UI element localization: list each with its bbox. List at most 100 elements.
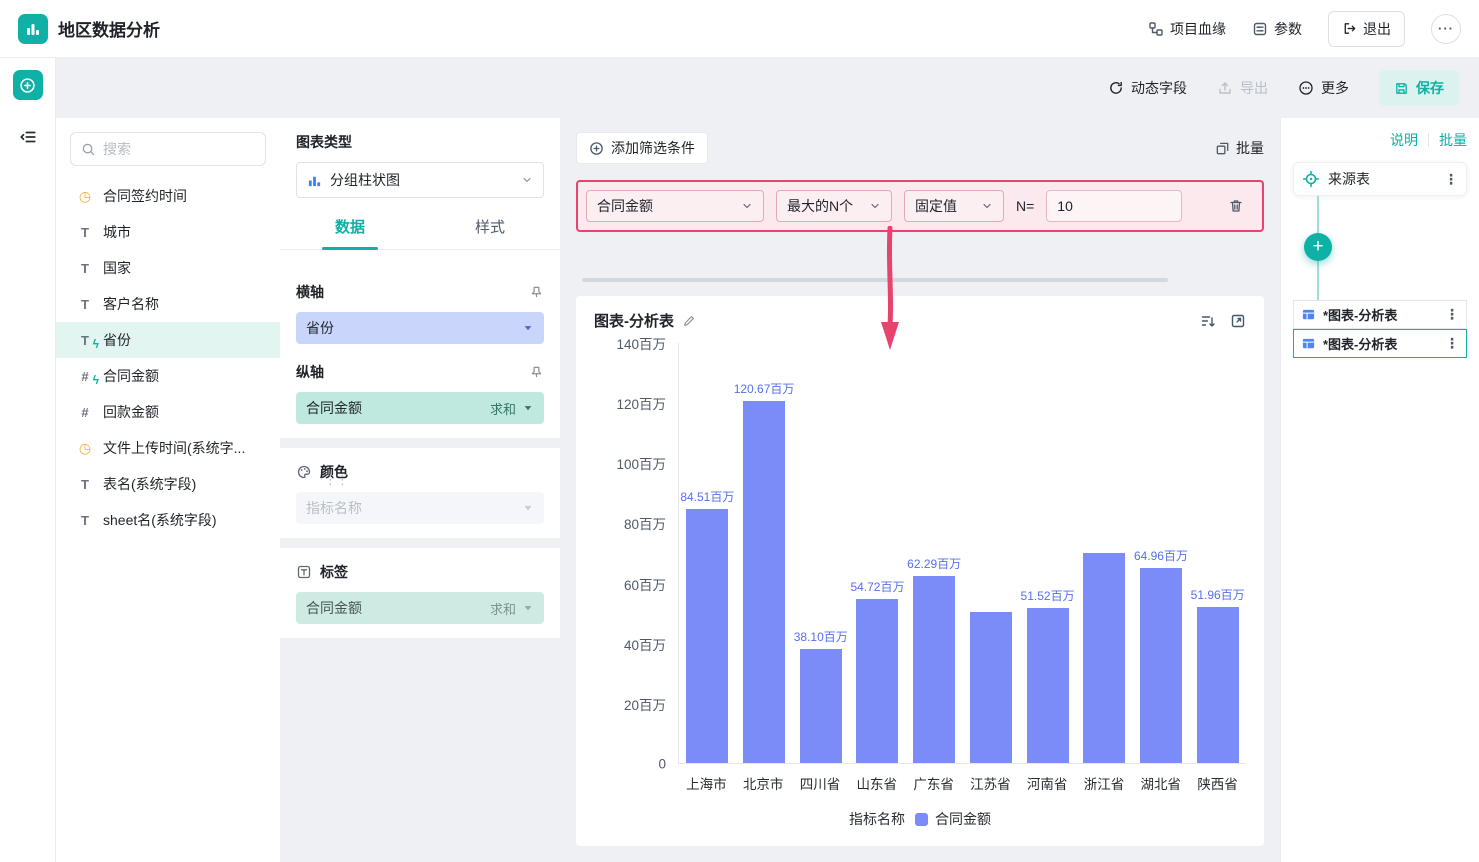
x-tick-label: 上海市 [686,777,727,792]
filter-mode-value: 最大的N个 [787,198,854,214]
y-axis-field-pill[interactable]: 合同金额 求和 [296,392,544,424]
exit-label: 退出 [1363,20,1391,37]
bar-广东省[interactable] [913,576,956,763]
y-tick-label: 120百万 [616,397,666,413]
flow-panel: 说明 批量 来源表 ⋮ + *图表-分析表 ⋮ *图表-分析表 ⋮ [1280,118,1479,862]
dynamic-fields-button[interactable]: 动态字段 [1108,78,1187,98]
node-menu-icon[interactable]: ⋮ [1445,306,1459,323]
chart-x-axis: 上海市 北京市 四川省 山东省 广东省 江苏省 河南省 浙江省 湖北省 陕西省 [594,764,1246,802]
bar-slot: 62.29百万 [906,343,963,763]
chart-type-value: 分组柱状图 [330,172,400,188]
pin-icon[interactable] [529,285,544,300]
more-label: 更多 [1321,80,1349,96]
bar-北京市[interactable] [743,401,786,763]
delete-filter-icon[interactable] [1228,198,1244,214]
edit-title-icon[interactable] [682,314,696,328]
search-icon [81,142,96,157]
field-item-contract-amount[interactable]: # ϟ 合同金额 [56,358,280,394]
add-node-button[interactable]: + [1304,233,1332,261]
export-button[interactable]: 导出 [1217,78,1268,98]
x-tick-label: 陕西省 [1197,777,1238,792]
export-icon [1217,80,1233,96]
bar-河南省[interactable] [1026,608,1069,763]
filter-mode-select[interactable]: 最大的N个 [776,190,892,222]
tab-data[interactable]: 数据 [280,216,420,249]
color-field-placeholder[interactable]: 指标名称 [296,492,544,524]
x-tick-label: 山东省 [856,777,898,792]
bar-江苏省[interactable] [969,611,1012,763]
save-button[interactable]: 保存 [1379,70,1459,106]
exit-button[interactable]: 退出 [1328,10,1405,47]
chevron-down-icon [521,174,533,186]
n-value-input[interactable] [1046,190,1183,222]
batch-link[interactable]: 批量 [1439,130,1467,150]
description-link[interactable]: 说明 [1390,130,1418,150]
field-item-payment-amount[interactable]: # 回款金额 [56,394,280,430]
chart-type-section: 图表类型 分组柱状图 数据 样式 [280,118,560,264]
filter-field-select[interactable]: 合同金额 [586,190,764,222]
label-field-value: 合同金额 [306,600,362,616]
horizontal-scrollbar[interactable] [582,278,1168,282]
chart-type-select[interactable]: 分组柱状图 [296,162,544,198]
lineage-icon [1148,21,1164,37]
panel-resize-handle[interactable]: ⋮⋮ [324,473,349,486]
batch-button[interactable]: 批量 [1215,138,1264,158]
tab-style[interactable]: 样式 [420,216,560,249]
chart-node-1[interactable]: *图表-分析表 ⋮ [1293,300,1467,329]
app-logo-icon [18,13,48,44]
node-menu-icon[interactable]: ⋮ [1444,171,1458,188]
source-table-label: 来源表 [1328,171,1370,187]
bar-上海市[interactable] [686,509,729,763]
table-node-icon [1301,336,1316,351]
save-icon [1394,81,1409,96]
node-menu-icon[interactable]: ⋮ [1445,335,1459,352]
chart-node-2-selected[interactable]: *图表-分析表 ⋮ [1293,329,1467,358]
pin-icon[interactable] [529,365,544,380]
collapse-panel-icon[interactable] [19,128,37,146]
add-panel-button[interactable] [12,70,43,100]
field-item-table-name[interactable]: T 表名(系统字段) [56,466,280,502]
label-field-pill[interactable]: 合同金额 求和 [296,592,544,624]
field-item-city[interactable]: T 城市 [56,214,280,250]
text-field-icon: T [81,260,89,276]
label-label: 标签 [320,564,348,580]
bar-山东省[interactable] [856,598,899,763]
bar-浙江省[interactable] [1083,553,1126,763]
expand-icon[interactable] [1230,313,1246,329]
n-equals-label: N= [1016,198,1035,214]
x-axis-field-value: 省份 [306,320,334,336]
more-button[interactable]: 更多 [1298,78,1349,98]
add-filter-button[interactable]: 添加筛选条件 [576,132,708,164]
field-item-customer-name[interactable]: T 客户名称 [56,286,280,322]
bar-湖北省[interactable] [1139,568,1182,763]
legend-item[interactable]: 合同金额 [915,809,991,829]
params-button[interactable]: 参数 [1252,19,1302,39]
color-placeholder-text: 指标名称 [306,500,362,516]
x-axis-label: 横轴 [296,284,324,300]
text-field-icon: T [81,512,89,528]
header-more-button[interactable]: ··· [1431,13,1461,44]
filter-value-type-value: 固定值 [915,198,957,214]
bar-value-label: 64.96百万 [1133,549,1188,564]
chart-canvas: 添加筛选条件 批量 合同金额 最大的N个 固定值 N= 10 图表-分析表 14… [560,118,1280,862]
more-icon [1298,80,1314,96]
field-item-file-upload-time[interactable]: ◷ 文件上传时间(系统字... [56,430,280,466]
sort-icon[interactable] [1200,313,1216,329]
field-item-sheet-name[interactable]: Tsheet名(系统字段) [56,502,280,538]
source-table-node[interactable]: 来源表 ⋮ [1293,162,1467,196]
bar-value-label: 54.72百万 [850,579,905,594]
field-item-province[interactable]: Tϟ 省份 [56,322,280,358]
x-axis-field-pill[interactable]: 省份 [296,312,544,344]
field-search[interactable] [70,132,284,166]
bar-四川省[interactable] [799,648,842,763]
dynamic-fields-label: 动态字段 [1131,80,1187,96]
y-tick-label: 40百万 [623,637,666,653]
project-lineage-button[interactable]: 项目血缘 [1148,19,1226,39]
filter-value-type-select[interactable]: 固定值 [904,190,1004,222]
field-item-contract-sign-time[interactable]: ◷ 合同签约时间 [56,178,280,214]
field-search-input[interactable] [103,141,284,157]
bar-陕西省[interactable] [1196,607,1239,763]
field-item-country[interactable]: T 国家 [56,250,280,286]
chevron-down-icon [522,502,534,514]
bar-value-label: 62.29百万 [907,557,962,572]
